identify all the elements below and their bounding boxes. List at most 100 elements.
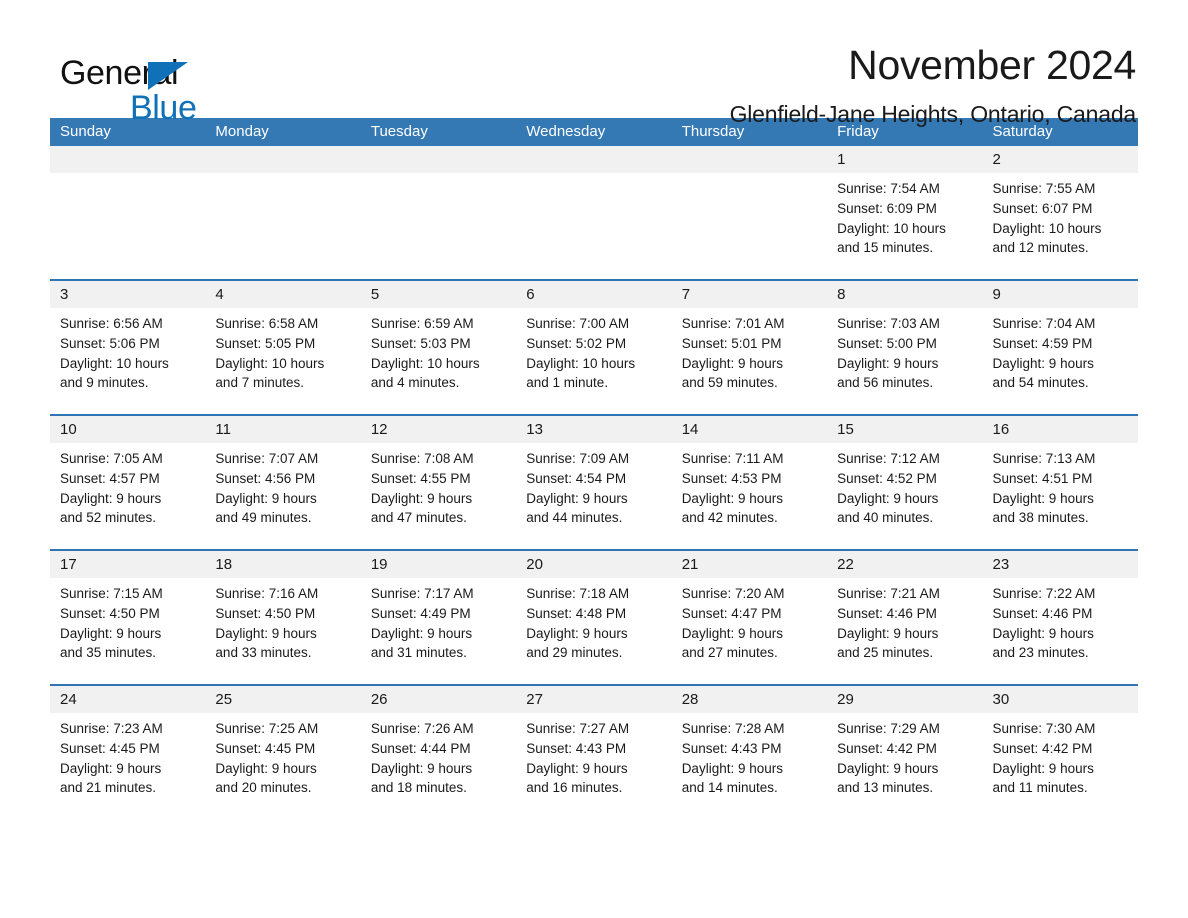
calendar-weeks: 1 Sunrise: 7:54 AM Sunset: 6:09 PM Daylight… — [50, 146, 1138, 819]
daylight-duration-line1: Daylight: 9 hours — [837, 760, 939, 776]
day-number — [671, 146, 828, 173]
calendar-day-cell[interactable]: 21 Sunrise: 7:20 AM Sunset: 4:47 PM Dayligh… — [671, 551, 828, 684]
calendar-day-cell[interactable]: 17 Sunrise: 7:15 AM Sunset: 4:50 PM Dayligh… — [50, 551, 206, 684]
daylight-duration-line2: and 56 minutes. — [837, 375, 934, 391]
sunrise-time: Sunrise: 7:00 AM — [526, 316, 630, 331]
calendar-day-cell[interactable]: 9 Sunrise: 7:04 AM Sunset: 4:59 PM Daylight… — [982, 281, 1138, 414]
calendar-day-cell[interactable]: 19 Sunrise: 7:17 AM Sunset: 4:49 PM Dayligh… — [360, 551, 517, 684]
calendar-day-cell[interactable]: 7 Sunrise: 7:01 AM Sunset: 5:01 PM Daylight… — [671, 281, 828, 414]
calendar-day-cell[interactable]: 2 Sunrise: 7:55 AM Sunset: 6:07 PM Daylight… — [982, 146, 1138, 279]
calendar-day-cell[interactable]: 24 Sunrise: 7:23 AM Sunset: 4:45 PM Dayligh… — [50, 686, 206, 819]
calendar-day-cell[interactable]: 26 Sunrise: 7:26 AM Sunset: 4:44 PM Dayligh… — [360, 686, 517, 819]
sunset-time: Sunset: 5:05 PM — [215, 335, 316, 351]
daylight-duration-line2: and 1 minute. — [526, 375, 609, 391]
day-number — [516, 146, 672, 173]
sunrise-time: Sunrise: 7:17 AM — [370, 586, 474, 601]
calendar-day-cell[interactable]: 5 Sunrise: 6:59 AM Sunset: 5:03 PM Daylight… — [360, 281, 517, 414]
calendar-week-row: 24 Sunrise: 7:23 AM Sunset: 4:45 PM Dayligh… — [50, 684, 1138, 819]
day-number: 1 — [827, 146, 983, 173]
sunrise-time: Sunrise: 6:58 AM — [215, 316, 319, 331]
daylight-duration-line2: and 7 minutes. — [215, 375, 304, 391]
daylight-duration-line2: and 9 minutes. — [60, 375, 149, 391]
sunset-time: Sunset: 4:50 PM — [215, 605, 316, 621]
calendar-day-cell[interactable]: 13 Sunrise: 7:09 AM Sunset: 4:54 PM Dayligh… — [516, 416, 672, 549]
calendar-day-cell[interactable]: 27 Sunrise: 7:27 AM Sunset: 4:43 PM Dayligh… — [516, 686, 672, 819]
calendar-day-cell[interactable]: 3 Sunrise: 6:56 AM Sunset: 5:06 PM Daylight… — [50, 281, 206, 414]
calendar-day-cell[interactable]: 18 Sunrise: 7:16 AM Sunset: 4:50 PM Dayligh… — [205, 551, 361, 684]
daylight-duration-line2: and 14 minutes. — [681, 780, 778, 796]
calendar-day-cell[interactable]: 8 Sunrise: 7:03 AM Sunset: 5:00 PM Daylight… — [827, 281, 983, 414]
calendar-day-cell[interactable]: 30 Sunrise: 7:30 AM Sunset: 4:42 PM Dayligh… — [982, 686, 1138, 819]
calendar-day-cell[interactable]: 10 Sunrise: 7:05 AM Sunset: 4:57 PM Dayligh… — [50, 416, 206, 549]
day-details: Sunrise: 7:11 AM Sunset: 4:53 PM Daylight:… — [672, 443, 827, 528]
daylight-duration-line1: Daylight: 9 hours — [526, 490, 628, 506]
day-details: Sunrise: 7:55 AM Sunset: 6:07 PM Daylight:… — [983, 173, 1138, 258]
sunset-time: Sunset: 4:57 PM — [60, 470, 160, 486]
sunset-time: Sunset: 4:43 PM — [681, 740, 782, 756]
sunset-time: Sunset: 4:42 PM — [837, 740, 937, 756]
sunset-time: Sunset: 4:53 PM — [681, 470, 782, 486]
logo-text-blue: Blue — [130, 89, 197, 127]
calendar-day-cell[interactable]: 25 Sunrise: 7:25 AM Sunset: 4:45 PM Dayligh… — [205, 686, 361, 819]
sunset-time: Sunset: 4:48 PM — [526, 605, 627, 621]
daylight-duration-line1: Daylight: 9 hours — [992, 625, 1094, 641]
day-number: 29 — [827, 686, 983, 713]
general-blue-logo[interactable]: General Blue — [50, 44, 310, 127]
daylight-duration-line2: and 59 minutes. — [681, 375, 778, 391]
daylight-duration-line1: Daylight: 9 hours — [370, 760, 473, 776]
day-details: Sunrise: 7:15 AM Sunset: 4:50 PM Daylight:… — [50, 578, 205, 663]
daylight-duration-line1: Daylight: 9 hours — [60, 490, 162, 506]
calendar-day-cell[interactable]: 1 Sunrise: 7:54 AM Sunset: 6:09 PM Daylight… — [827, 146, 983, 279]
calendar-day-cell[interactable]: 28 Sunrise: 7:28 AM Sunset: 4:43 PM Dayligh… — [671, 686, 828, 819]
daylight-duration-line2: and 35 minutes. — [60, 645, 157, 661]
calendar-day-cell[interactable]: 22 Sunrise: 7:21 AM Sunset: 4:46 PM Dayligh… — [827, 551, 983, 684]
day-details: Sunrise: 7:03 AM Sunset: 5:00 PM Daylight:… — [827, 308, 982, 393]
sunrise-time: Sunrise: 7:09 AM — [526, 451, 630, 466]
day-number: 3 — [50, 281, 206, 308]
daylight-duration-line1: Daylight: 10 hours — [60, 355, 169, 371]
day-number: 28 — [671, 686, 828, 713]
sunrise-time: Sunrise: 7:20 AM — [681, 586, 785, 601]
page-title: November 2024 — [848, 42, 1136, 88]
calendar-day-cell[interactable]: 12 Sunrise: 7:08 AM Sunset: 4:55 PM Dayligh… — [360, 416, 517, 549]
daylight-duration-line1: Daylight: 9 hours — [526, 625, 628, 641]
sunset-time: Sunset: 4:46 PM — [992, 605, 1093, 621]
day-number: 13 — [516, 416, 672, 443]
daylight-duration-line1: Daylight: 9 hours — [992, 355, 1094, 371]
day-number: 24 — [50, 686, 206, 713]
calendar-day-cell[interactable]: 23 Sunrise: 7:22 AM Sunset: 4:46 PM Dayligh… — [982, 551, 1138, 684]
weekday-header-saturday: Saturday — [992, 123, 1053, 140]
day-details: Sunrise: 7:05 AM Sunset: 4:57 PM Daylight:… — [50, 443, 205, 528]
daylight-duration-line2: and 27 minutes. — [681, 645, 778, 661]
calendar-day-cell-empty — [205, 146, 361, 279]
daylight-duration-line2: and 4 minutes. — [370, 375, 460, 391]
calendar-day-cell[interactable]: 4 Sunrise: 6:58 AM Sunset: 5:05 PM Daylight… — [205, 281, 361, 414]
sunset-time: Sunset: 4:42 PM — [992, 740, 1093, 756]
day-number: 12 — [360, 416, 517, 443]
sunset-time: Sunset: 4:43 PM — [526, 740, 627, 756]
sunrise-time: Sunrise: 7:08 AM — [370, 451, 474, 466]
daylight-duration-line1: Daylight: 9 hours — [681, 490, 783, 506]
sunrise-time: Sunrise: 7:03 AM — [837, 316, 940, 331]
day-number: 8 — [827, 281, 983, 308]
calendar-day-cell[interactable]: 16 Sunrise: 7:13 AM Sunset: 4:51 PM Dayligh… — [982, 416, 1138, 549]
sunset-time: Sunset: 4:44 PM — [370, 740, 471, 756]
daylight-duration-line2: and 21 minutes. — [60, 780, 157, 796]
calendar-day-cell[interactable]: 11 Sunrise: 7:07 AM Sunset: 4:56 PM Dayligh… — [205, 416, 361, 549]
sunset-time: Sunset: 4:46 PM — [837, 605, 937, 621]
daylight-duration-line2: and 42 minutes. — [681, 510, 778, 526]
day-details: Sunrise: 7:07 AM Sunset: 4:56 PM Daylight:… — [205, 443, 360, 528]
day-details: Sunrise: 7:00 AM Sunset: 5:02 PM Daylight:… — [516, 308, 671, 393]
day-details: Sunrise: 7:04 AM Sunset: 4:59 PM Daylight:… — [983, 308, 1138, 393]
day-details: Sunrise: 7:25 AM Sunset: 4:45 PM Daylight:… — [205, 713, 360, 798]
daylight-duration-line1: Daylight: 9 hours — [526, 760, 628, 776]
calendar-day-cell[interactable]: 6 Sunrise: 7:00 AM Sunset: 5:02 PM Daylight… — [516, 281, 672, 414]
sunrise-time: Sunrise: 7:04 AM — [992, 316, 1096, 331]
title-block: November 2024 Glenfield-Jane Heights, On… — [730, 42, 1138, 128]
daylight-duration-line2: and 16 minutes. — [526, 780, 623, 796]
calendar-day-cell[interactable]: 14 Sunrise: 7:11 AM Sunset: 4:53 PM Dayligh… — [671, 416, 828, 549]
calendar-day-cell[interactable]: 20 Sunrise: 7:18 AM Sunset: 4:48 PM Dayligh… — [516, 551, 672, 684]
calendar-day-cell[interactable]: 15 Sunrise: 7:12 AM Sunset: 4:52 PM Dayligh… — [827, 416, 983, 549]
sunset-time: Sunset: 4:56 PM — [215, 470, 316, 486]
calendar-day-cell[interactable]: 29 Sunrise: 7:29 AM Sunset: 4:42 PM Dayligh… — [827, 686, 983, 819]
